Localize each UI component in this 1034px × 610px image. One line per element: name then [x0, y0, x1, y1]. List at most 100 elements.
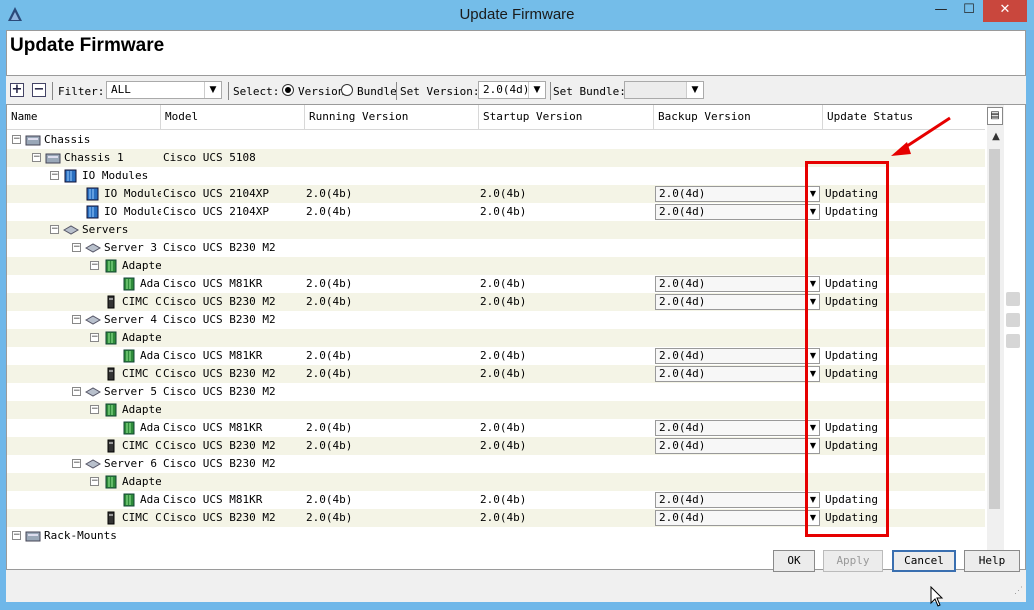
scroll-up-icon[interactable]: ▲	[989, 131, 1003, 145]
row-model	[163, 473, 305, 491]
chevron-down-icon: ▼	[686, 82, 703, 98]
row-model: Cisco UCS B230 M2	[163, 367, 276, 380]
mouse-cursor-icon	[930, 586, 944, 607]
column-header-startup-version[interactable]: Startup Version	[479, 105, 654, 129]
row-startup-version: 2.0(4b)	[480, 421, 527, 434]
highlight-box	[805, 161, 889, 537]
backup-version-select[interactable]: 2.0(4d) ▼	[655, 348, 820, 364]
resize-grip-icon[interactable]: ⋰	[1014, 586, 1024, 596]
bundle-radio[interactable]	[341, 84, 353, 96]
table-row[interactable]: − Chassis	[7, 131, 985, 149]
row-name: Adapte	[122, 259, 161, 272]
backup-version-select[interactable]: 2.0(4d) ▼	[655, 294, 820, 310]
row-startup-version: 2.0(4b)	[480, 439, 527, 452]
row-running-version: 2.0(4b)	[306, 421, 353, 434]
windows-icon[interactable]	[1006, 334, 1020, 348]
row-model: Cisco UCS 2104XP	[163, 205, 269, 218]
row-running-version: 2.0(4b)	[306, 511, 353, 524]
row-name: Server 5	[104, 385, 157, 398]
row-running-version: 2.0(4b)	[306, 205, 353, 218]
expand-toggle-icon[interactable]: −	[72, 243, 81, 252]
apply-button[interactable]: Apply	[823, 550, 883, 572]
expand-toggle-icon[interactable]: −	[12, 531, 21, 540]
version-radio[interactable]	[282, 84, 294, 96]
set-version-value: 2.0(4d)	[483, 83, 530, 96]
row-model: Cisco UCS B230 M2	[163, 457, 276, 470]
cancel-button[interactable]: Cancel	[892, 550, 956, 572]
row-model: Cisco UCS B230 M2	[163, 439, 276, 452]
close-button[interactable]: ✕	[983, 0, 1027, 22]
expand-all-button[interactable]: +	[10, 83, 24, 97]
row-model: Cisco UCS M81KR	[163, 277, 263, 290]
row-startup-version: 2.0(4b)	[480, 367, 527, 380]
row-name: Adapte	[122, 475, 161, 488]
expand-toggle-icon[interactable]: −	[50, 171, 59, 180]
filter-select[interactable]: ALL ▼	[106, 81, 222, 99]
row-startup-version	[480, 221, 650, 239]
backup-version-value: 2.0(4d)	[659, 511, 706, 524]
row-startup-version	[480, 167, 650, 185]
help-button[interactable]: Help	[964, 550, 1020, 572]
row-startup-version	[480, 239, 650, 257]
expand-toggle-icon[interactable]: −	[90, 405, 99, 414]
row-name: Adapte	[122, 331, 161, 344]
row-startup-version	[480, 149, 650, 167]
expand-toggle-icon[interactable]: −	[50, 225, 59, 234]
column-header-model[interactable]: Model	[161, 105, 305, 129]
trash-icon[interactable]	[1006, 313, 1020, 327]
backup-version-value: 2.0(4d)	[659, 277, 706, 290]
row-name: CIMC C	[122, 295, 161, 308]
chevron-down-icon: ▼	[528, 82, 545, 98]
row-name: IO Module	[104, 187, 161, 200]
row-startup-version	[480, 401, 650, 419]
table-header: Name Model Running Version Startup Versi…	[7, 105, 985, 130]
row-model: Cisco UCS M81KR	[163, 421, 263, 434]
backup-version-value: 2.0(4d)	[659, 205, 706, 218]
backup-version-select[interactable]: 2.0(4d) ▼	[655, 186, 820, 202]
vertical-scrollbar[interactable]: ▤ ▲ ▼	[987, 105, 1004, 569]
backup-version-select[interactable]: 2.0(4d) ▼	[655, 510, 820, 526]
backup-version-value: 2.0(4d)	[659, 421, 706, 434]
expand-toggle-icon[interactable]: −	[90, 261, 99, 270]
version-radio-label: Version	[298, 85, 345, 98]
row-model: Cisco UCS M81KR	[163, 349, 263, 362]
column-chooser-icon[interactable]: ▤	[987, 107, 1003, 125]
row-model: Cisco UCS B230 M2	[163, 511, 276, 524]
row-name: Adapte	[122, 403, 161, 416]
backup-version-select[interactable]: 2.0(4d) ▼	[655, 276, 820, 292]
scrollbar-thumb[interactable]	[989, 149, 1000, 509]
expand-toggle-icon[interactable]: −	[90, 477, 99, 486]
filter-label: Filter:	[58, 85, 105, 98]
row-model	[163, 527, 305, 545]
expand-toggle-icon[interactable]: −	[72, 459, 81, 468]
backup-version-select[interactable]: 2.0(4d) ▼	[655, 420, 820, 436]
row-name: Rack-Mounts	[44, 529, 117, 542]
maximize-button[interactable]: ☐	[956, 0, 982, 22]
row-startup-version: 2.0(4b)	[480, 349, 527, 362]
set-bundle-select[interactable]: ▼	[624, 81, 704, 99]
expand-toggle-icon[interactable]: −	[32, 153, 41, 162]
set-version-select[interactable]: 2.0(4d) ▼	[478, 81, 546, 99]
ok-button[interactable]: OK	[773, 550, 815, 572]
column-header-backup-version[interactable]: Backup Version	[654, 105, 823, 129]
set-version-label: Set Version:	[400, 85, 480, 98]
expand-toggle-icon[interactable]: −	[72, 387, 81, 396]
expand-toggle-icon[interactable]: −	[72, 315, 81, 324]
row-running-version	[306, 401, 476, 419]
row-running-version	[306, 239, 476, 257]
row-running-version	[306, 383, 476, 401]
collapse-all-button[interactable]: −	[32, 83, 46, 97]
backup-version-select[interactable]: 2.0(4d) ▼	[655, 492, 820, 508]
backup-version-select[interactable]: 2.0(4d) ▼	[655, 366, 820, 382]
row-model	[163, 221, 305, 239]
expand-toggle-icon[interactable]: −	[90, 333, 99, 342]
expand-toggle-icon[interactable]: −	[12, 135, 21, 144]
backup-version-select[interactable]: 2.0(4d) ▼	[655, 204, 820, 220]
backup-version-select[interactable]: 2.0(4d) ▼	[655, 438, 820, 454]
row-running-version: 2.0(4b)	[306, 493, 353, 506]
minimize-button[interactable]: —	[928, 0, 954, 22]
properties-icon[interactable]	[1006, 292, 1020, 306]
row-startup-version	[480, 527, 650, 545]
column-header-name[interactable]: Name	[7, 105, 161, 129]
column-header-running-version[interactable]: Running Version	[305, 105, 479, 129]
